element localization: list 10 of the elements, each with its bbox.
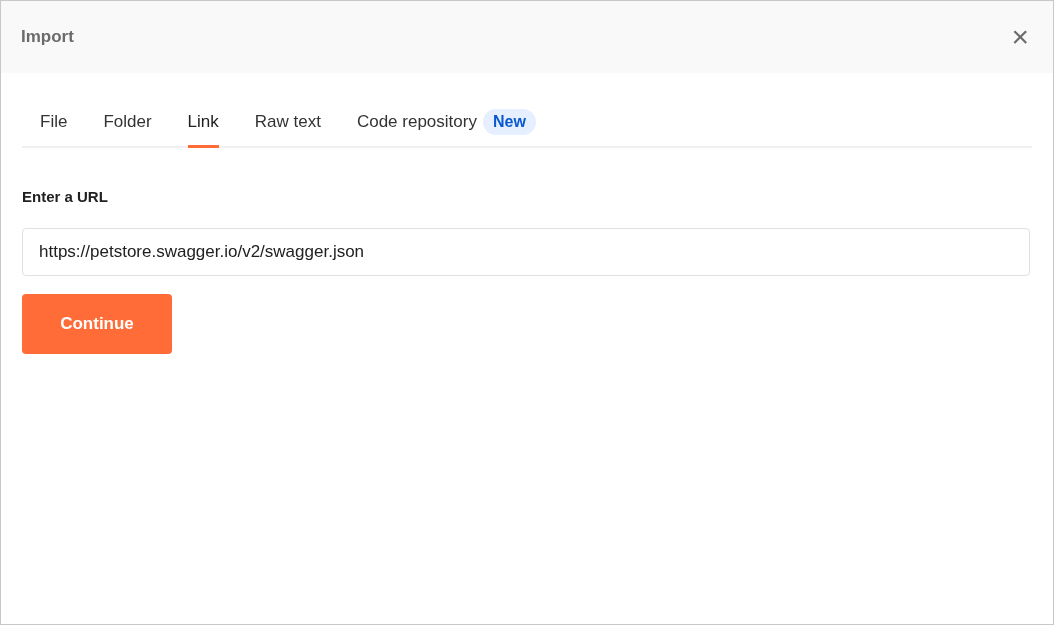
tab[interactable]: Code repository New (356, 109, 536, 148)
tab[interactable]: Link (187, 109, 219, 148)
tab[interactable]: Folder (103, 109, 152, 148)
field-label: Enter a URL (22, 187, 109, 207)
tab[interactable]: File (40, 109, 68, 148)
url-input-field[interactable]: https://petstore.swagger.io/v2/swagger.json (22, 227, 1030, 276)
close-button[interactable]: × (1011, 22, 1029, 52)
dialog-title: Import (21, 26, 74, 49)
tab[interactable]: Raw text (254, 109, 321, 148)
new-badge: New (482, 109, 536, 135)
